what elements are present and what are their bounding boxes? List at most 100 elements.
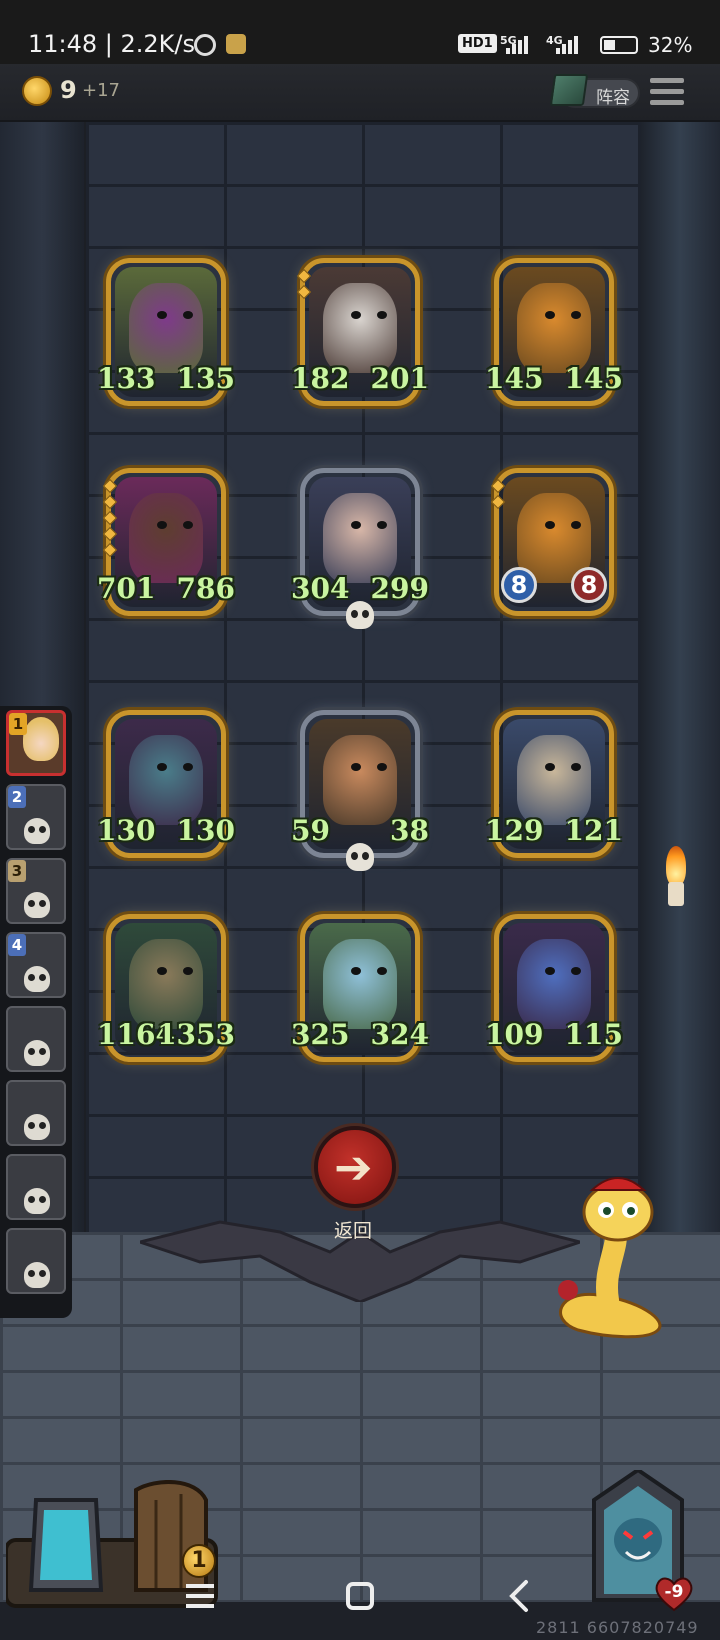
snake-mascot[interactable] (548, 1170, 678, 1340)
back-nav-icon[interactable] (500, 1576, 540, 1616)
hero-eye (377, 311, 387, 319)
hero-attack: 133 (97, 362, 156, 395)
hero-eye (157, 763, 167, 771)
signal-icon (506, 36, 532, 54)
opponent-slot-5[interactable] (6, 1006, 66, 1072)
hero-eye (545, 967, 555, 975)
rank-badge: 2 (8, 786, 26, 808)
opponent-slot-3[interactable]: 3 (6, 858, 66, 924)
rank-badge: 3 (8, 860, 26, 882)
home-nav-icon[interactable] (340, 1576, 380, 1616)
hero-eye (157, 967, 167, 975)
opponent-slot-1[interactable]: 1 (6, 710, 66, 776)
hero-health: 38 (390, 814, 429, 847)
hero-attack: 145 (485, 362, 544, 395)
hero-attack: 129 (485, 814, 544, 847)
hero-portrait (129, 283, 203, 373)
lineup-button[interactable]: 阵容 (549, 74, 640, 108)
skull-icon (24, 966, 50, 992)
hero-card[interactable]: 325 324 (291, 914, 429, 1062)
lineup-label: 阵容 (596, 88, 630, 108)
hero-card[interactable]: 133 135 (97, 258, 235, 406)
hero-card[interactable]: 182 201 (291, 258, 429, 406)
hero-portrait (323, 493, 397, 583)
hero-eye (183, 311, 193, 319)
hero-portrait (517, 735, 591, 825)
hero-health: 1353 (157, 1018, 235, 1051)
skull-icon (24, 818, 50, 844)
skull-icon (24, 1262, 50, 1288)
hero-portrait (323, 939, 397, 1029)
opponent-slot-7[interactable] (6, 1154, 66, 1220)
hero-attack: 325 (291, 1018, 350, 1051)
opponent-slot-4[interactable]: 4 (6, 932, 66, 998)
skull-icon (346, 601, 374, 629)
battery-percent: 32% (648, 33, 693, 57)
hero-eye (157, 521, 167, 529)
skull-icon (24, 892, 50, 918)
hero-eye (157, 311, 167, 319)
torch-icon (664, 846, 688, 906)
hero-attack: 130 (97, 814, 156, 847)
top-bar: 9 +17 阵容 (0, 64, 720, 122)
opponent-slot-6[interactable] (6, 1080, 66, 1146)
hero-eye (351, 311, 361, 319)
hero-portrait (129, 493, 203, 583)
hero-card[interactable]: 304 299 (291, 468, 429, 629)
hero-eye (571, 521, 581, 529)
skull-icon (24, 1188, 50, 1214)
hero-eye (571, 763, 581, 771)
opponent-slot-2[interactable]: 2 (6, 784, 66, 850)
rank-badge: 4 (8, 934, 26, 956)
hero-eye (183, 521, 193, 529)
hero-attack: 701 (97, 572, 156, 605)
hero-eye (351, 521, 361, 529)
hero-health: 115 (564, 1018, 623, 1051)
hero-eye (571, 967, 581, 975)
hero-health: 8 (571, 567, 607, 603)
hero-card[interactable]: 59 38 (291, 710, 429, 871)
status-time: 11:48 | 2.2K/s (28, 30, 196, 58)
hero-card[interactable]: 109 115 (485, 914, 623, 1062)
right-pillar (640, 122, 720, 1302)
hero-eye (351, 967, 361, 975)
battery-icon (600, 36, 638, 54)
hero-eye (571, 311, 581, 319)
skull-icon (24, 1040, 50, 1066)
hero-attack: 109 (485, 1018, 544, 1051)
back-button[interactable]: ➔ (314, 1126, 396, 1208)
hero-card[interactable]: 145 145 (485, 258, 623, 406)
hero-portrait (129, 939, 203, 1029)
opponent-sidebar: 1 2 3 4 (0, 706, 72, 1318)
hero-eye (183, 967, 193, 975)
hero-card[interactable]: 701 786 (97, 468, 235, 616)
hero-attack: 8 (501, 567, 537, 603)
hero-attack: 59 (291, 814, 330, 847)
hero-health: 121 (564, 814, 623, 847)
hero-attack: 304 (291, 572, 350, 605)
hero-card[interactable]: 1164 1353 (97, 914, 235, 1062)
hero-card[interactable]: 88 (490, 468, 614, 616)
book-icon (549, 74, 589, 106)
notification-icon (226, 34, 246, 54)
hero-eye (545, 763, 555, 771)
hero-health: 135 (176, 362, 235, 395)
hero-card[interactable]: 129 121 (485, 710, 623, 858)
back-label: 返回 (334, 1220, 373, 1242)
hero-eye (545, 311, 555, 319)
hero-health: 786 (176, 572, 235, 605)
menu-nav-icon[interactable] (180, 1576, 220, 1616)
hero-eye (377, 763, 387, 771)
hero-card[interactable]: 130 130 (97, 710, 235, 858)
opponent-slot-8[interactable] (6, 1228, 66, 1294)
hero-health: 201 (370, 362, 429, 395)
hero-eye (183, 763, 193, 771)
hero-eye (351, 763, 361, 771)
hero-portrait (517, 939, 591, 1029)
status-bar: 11:48 | 2.2K/s HD1 5G 4G 32% (0, 0, 720, 64)
hero-eye (545, 521, 555, 529)
hero-eye (377, 521, 387, 529)
hero-portrait (129, 735, 203, 825)
menu-button[interactable] (650, 76, 684, 108)
hero-eye (377, 967, 387, 975)
